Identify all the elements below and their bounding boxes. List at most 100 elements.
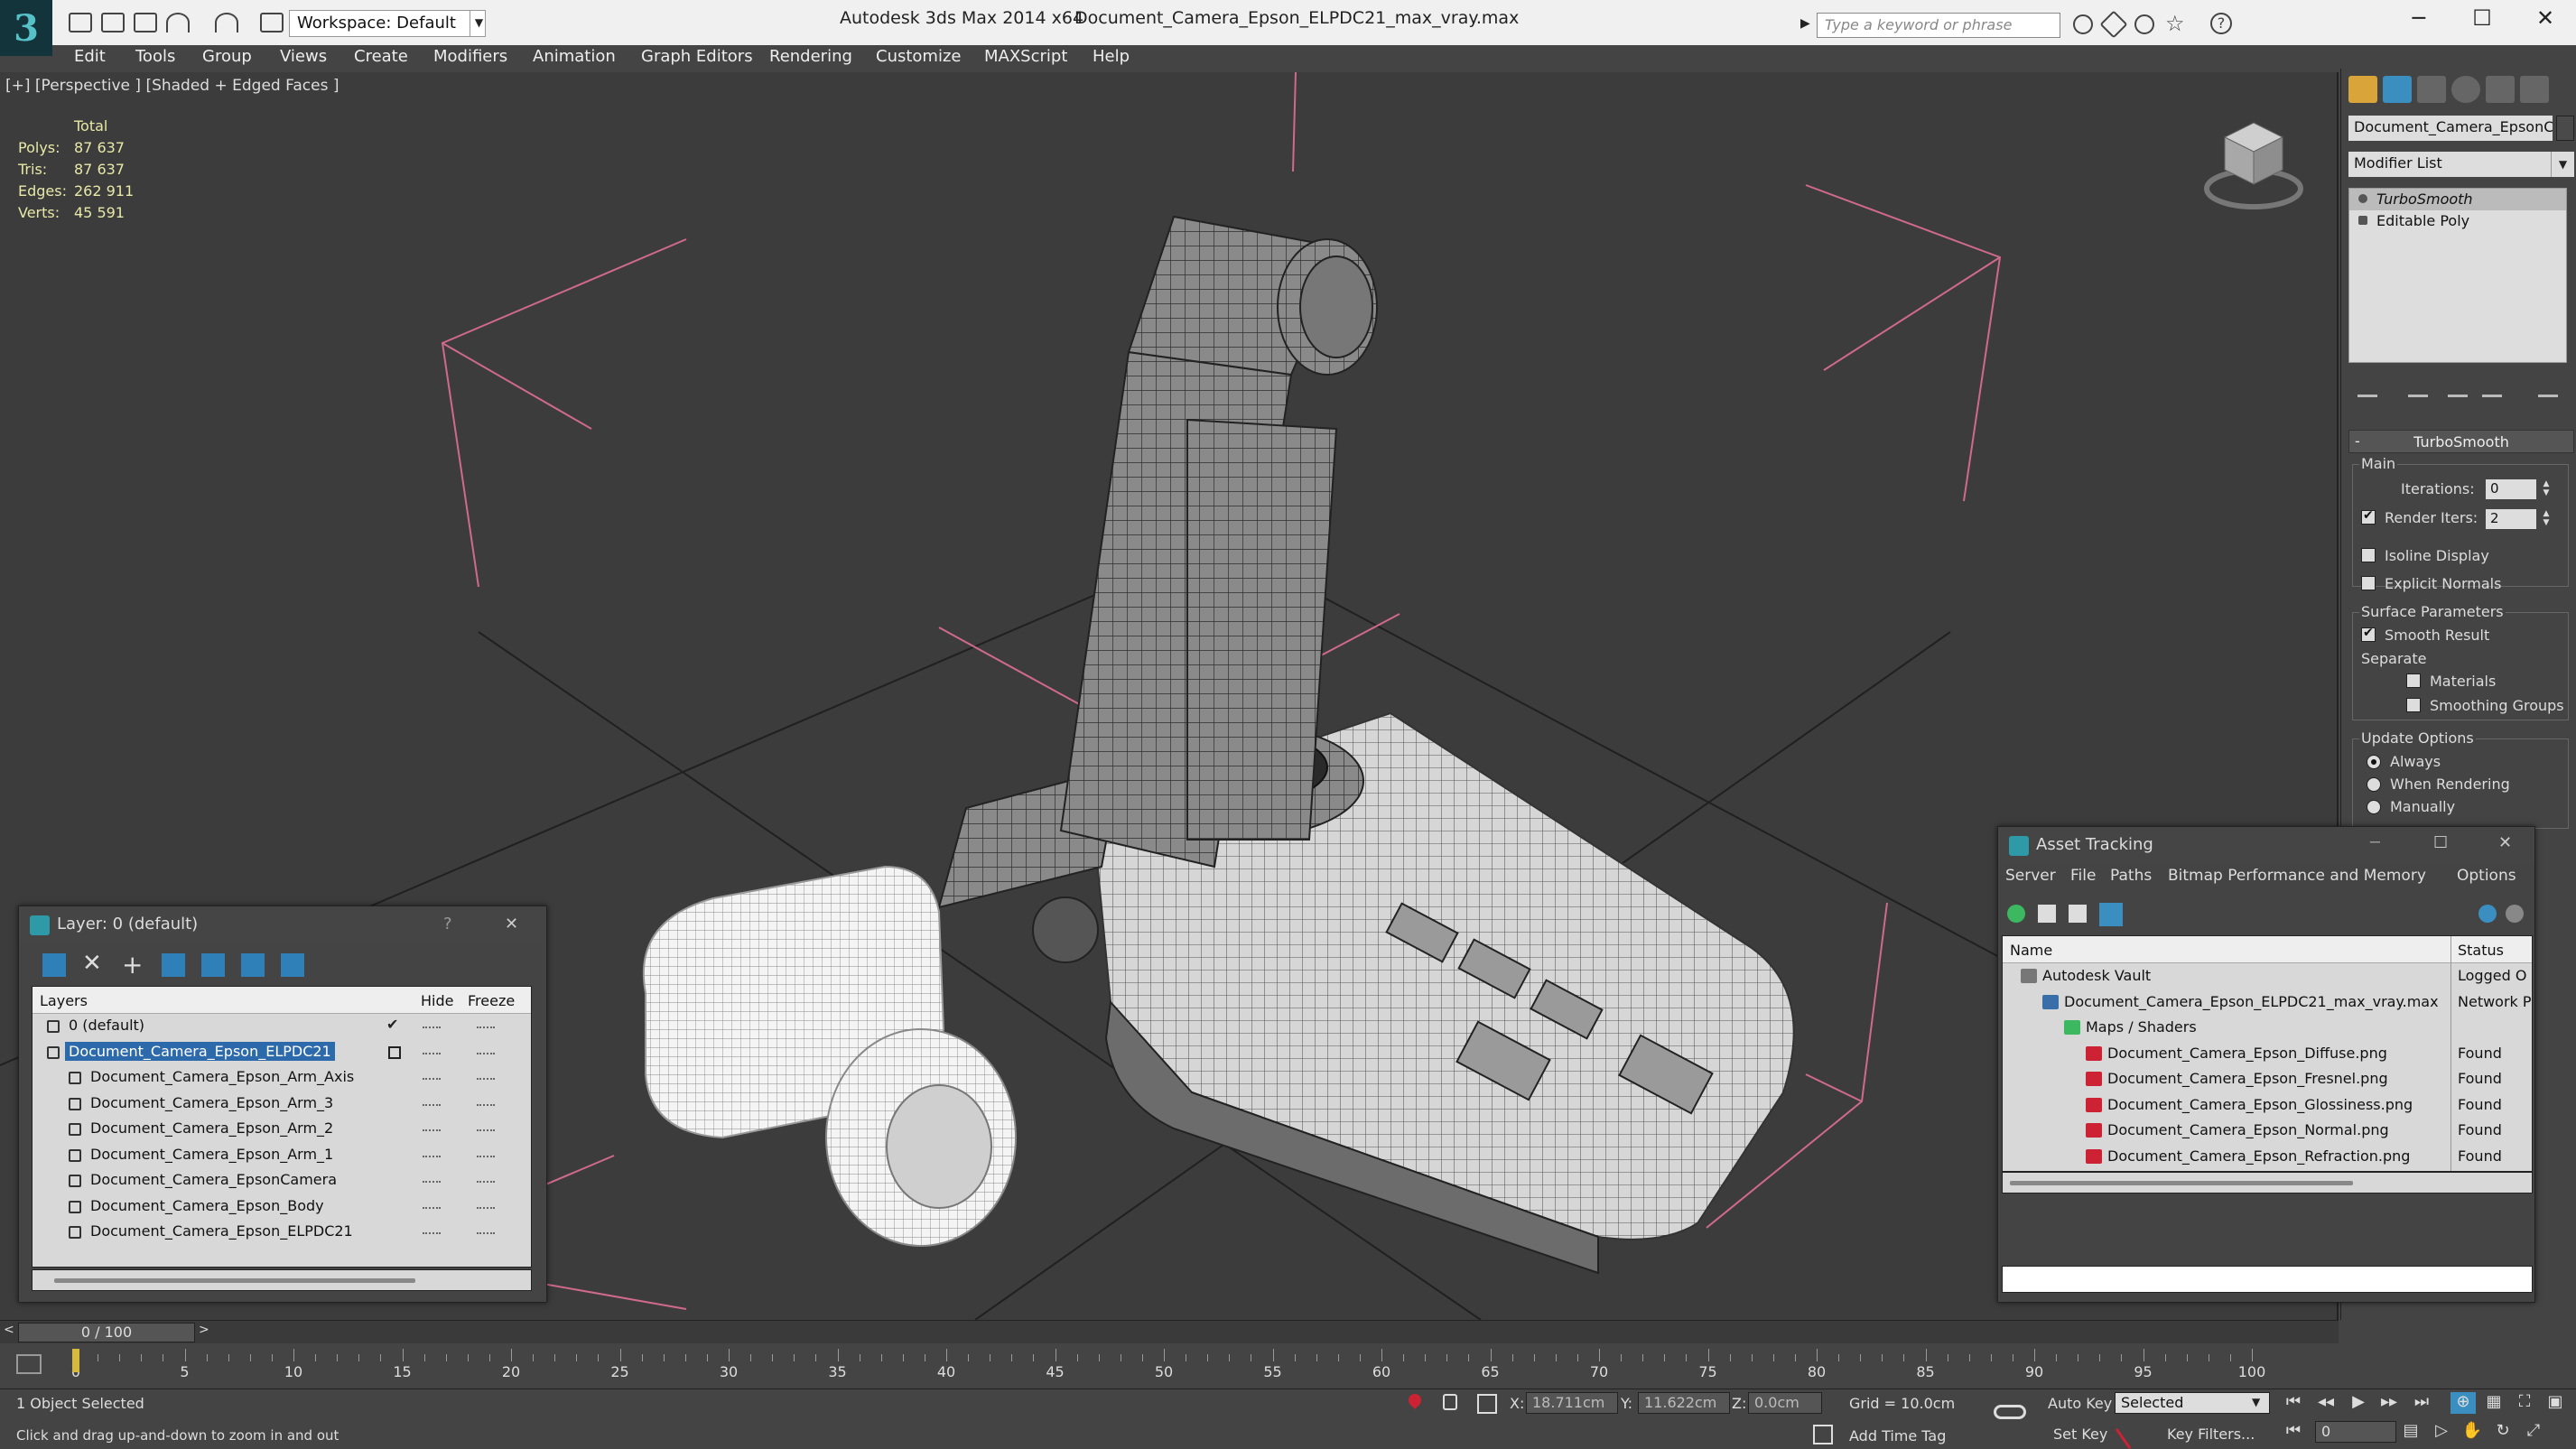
key-set-dropdown[interactable]: Selected [2115, 1392, 2270, 1414]
hide-toggle[interactable] [423, 1052, 441, 1054]
layer-name[interactable]: Document_Camera_Epson_Arm_Axis [87, 1067, 358, 1086]
asset-menu-server[interactable]: Server [2005, 867, 2056, 885]
next-key-icon[interactable]: ▸▸ [2376, 1392, 2402, 1414]
hierarchy-tab-icon[interactable] [2417, 76, 2446, 103]
previous-frame-icon[interactable]: < [4, 1323, 14, 1337]
minimize-button[interactable]: ─ [2396, 5, 2441, 36]
layer-name[interactable]: Document_Camera_Epson_Arm_2 [87, 1119, 337, 1138]
layer-name[interactable]: Document_Camera_EpsonCamera [87, 1170, 340, 1189]
layer-name[interactable]: Document_Camera_Epson_Body [87, 1196, 328, 1215]
configure-modifier-sets-icon[interactable] [2538, 376, 2558, 397]
render-iters-spinner[interactable]: 2 [2486, 509, 2536, 529]
asset-menu-file[interactable]: File [2070, 867, 2096, 885]
layer-name[interactable]: Document_Camera_Epson_Arm_1 [87, 1145, 337, 1164]
hide-toggle[interactable] [423, 1103, 441, 1106]
layer-row[interactable]: Document_Camera_Epson_Arm_1 [33, 1143, 531, 1169]
asset-path-field[interactable] [2002, 1266, 2533, 1293]
minimize-button[interactable]: ─ [2370, 833, 2380, 852]
lock-icon[interactable] [1443, 1394, 1457, 1410]
current-layer-check-icon[interactable]: ✔ [386, 1016, 398, 1033]
menu-rendering[interactable]: Rendering [769, 47, 852, 66]
rollout-header[interactable]: - TurboSmooth [2348, 430, 2574, 453]
play-icon[interactable]: ▶ [2346, 1392, 2371, 1414]
absolute-mode-icon[interactable] [1477, 1394, 1497, 1414]
materials-checkbox[interactable] [2406, 673, 2421, 688]
horizontal-scrollbar[interactable] [2002, 1172, 2533, 1194]
asset-row[interactable]: Document_Camera_Epson_Diffuse.png Found [2003, 1041, 2532, 1067]
new-file-icon[interactable] [69, 13, 92, 33]
document-camera-arm-3[interactable] [1127, 215, 1378, 376]
set-current-box-icon[interactable] [388, 1045, 401, 1059]
asset-help-2-icon[interactable] [2506, 905, 2524, 923]
create-layer-icon[interactable] [42, 953, 66, 977]
zoom-extents-icon[interactable]: ⛶ [2512, 1392, 2537, 1414]
layer-name[interactable]: 0 (default) [65, 1016, 148, 1035]
layer-name[interactable]: Document_Camera_Epson_ELPDC21 [87, 1221, 357, 1240]
menu-edit[interactable]: Edit [74, 47, 106, 66]
tree-view-icon[interactable] [2069, 905, 2087, 923]
object-name-field[interactable]: Document_Camera_EpsonCa [2348, 116, 2553, 141]
column-name[interactable]: Name [2010, 942, 2052, 959]
x-coordinate-field[interactable]: 18.711cm [1526, 1392, 1618, 1414]
open-file-icon[interactable] [101, 13, 125, 33]
update-manually-radio[interactable] [2367, 800, 2381, 814]
app-logo[interactable]: 3 [0, 0, 52, 56]
view-cube-icon[interactable] [2199, 112, 2308, 211]
current-frame-field[interactable]: 0 [2315, 1421, 2396, 1443]
column-status[interactable]: Status [2458, 942, 2504, 959]
make-unique-icon[interactable] [2448, 376, 2468, 397]
lightbulb-icon[interactable] [2358, 194, 2367, 203]
maximize-button[interactable]: ☐ [2433, 833, 2448, 852]
field-of-view-icon[interactable]: ▷ [2429, 1421, 2454, 1443]
communication-center-icon[interactable] [2134, 14, 2154, 34]
scrollbar-thumb[interactable] [54, 1278, 415, 1283]
go-to-start-icon[interactable]: ⏮ [2281, 1392, 2306, 1414]
auto-key-button[interactable]: Auto Key [2048, 1395, 2112, 1412]
asset-help-icon[interactable] [2478, 905, 2497, 923]
layer-row[interactable]: Document_Camera_Epson_Arm_2 [33, 1117, 531, 1143]
modify-tab-icon[interactable] [2383, 76, 2412, 103]
layer-name[interactable]: Document_Camera_Epson_Arm_3 [87, 1093, 337, 1112]
delete-layer-icon[interactable]: ✕ [82, 950, 106, 977]
motion-tab-icon[interactable] [2451, 76, 2480, 103]
help-button[interactable]: ? [443, 915, 452, 933]
layer-manager-titlebar[interactable]: Layer: 0 (default) ? ✕ [19, 906, 546, 943]
smooth-result-checkbox[interactable] [2361, 626, 2376, 642]
refresh-icon[interactable] [2007, 905, 2025, 923]
layer-row[interactable]: Document_Camera_Epson_ELPDC21 [33, 1220, 531, 1246]
workspace-dropdown[interactable]: Workspace: Default [289, 10, 486, 37]
close-button[interactable]: ✕ [505, 915, 518, 933]
orbit-icon[interactable]: ↻ [2490, 1421, 2516, 1443]
go-to-end-icon[interactable]: ⏭ [2409, 1392, 2434, 1414]
asset-row[interactable]: Document_Camera_Epson_Fresnel.png Found [2003, 1066, 2532, 1092]
next-frame-icon[interactable]: > [199, 1323, 209, 1337]
set-key-button[interactable]: Set Key [2053, 1426, 2107, 1443]
horizontal-scrollbar[interactable] [32, 1269, 532, 1291]
time-slider[interactable]: < 0 / 100 > [0, 1320, 2339, 1343]
collapse-icon[interactable]: - [2355, 432, 2360, 450]
explicit-normals-checkbox[interactable] [2361, 576, 2376, 590]
freeze-toggle[interactable] [477, 1026, 495, 1028]
save-file-icon[interactable] [134, 13, 157, 33]
project-folder-icon[interactable] [260, 13, 284, 33]
freeze-toggle[interactable] [477, 1078, 495, 1080]
favorites-star-icon[interactable]: ☆ [2165, 11, 2185, 36]
search-input[interactable]: Type a keyword or phrase [1817, 13, 2060, 38]
hide-toggle[interactable] [423, 1129, 441, 1131]
layer-row[interactable]: Document_Camera_EpsonCamera [33, 1168, 531, 1194]
modifier-list-dropdown[interactable]: Modifier List [2348, 152, 2553, 177]
maximize-viewport-icon[interactable]: ⤢ [2521, 1421, 2546, 1443]
key-mode-icon[interactable] [1994, 1405, 2026, 1419]
highlight-layer-icon[interactable] [201, 953, 225, 977]
chevron-down-icon[interactable]: ▼ [470, 10, 488, 37]
layer-row[interactable]: Document_Camera_Epson_ELPDC21 [33, 1040, 531, 1066]
mini-curve-editor-icon[interactable] [16, 1354, 42, 1374]
redo-icon[interactable] [215, 13, 238, 33]
layer-name[interactable]: Document_Camera_Epson_ELPDC21 [65, 1041, 335, 1061]
zoom-all-icon[interactable]: ▦ [2481, 1392, 2506, 1414]
close-button[interactable]: ✕ [2523, 5, 2568, 36]
asset-row[interactable]: Document_Camera_Epson_Refraction.png Foun… [2003, 1144, 2532, 1170]
remove-modifier-icon[interactable] [2482, 376, 2502, 397]
asset-menu-options[interactable]: Options [2457, 867, 2516, 885]
freeze-toggle[interactable] [477, 1129, 495, 1131]
